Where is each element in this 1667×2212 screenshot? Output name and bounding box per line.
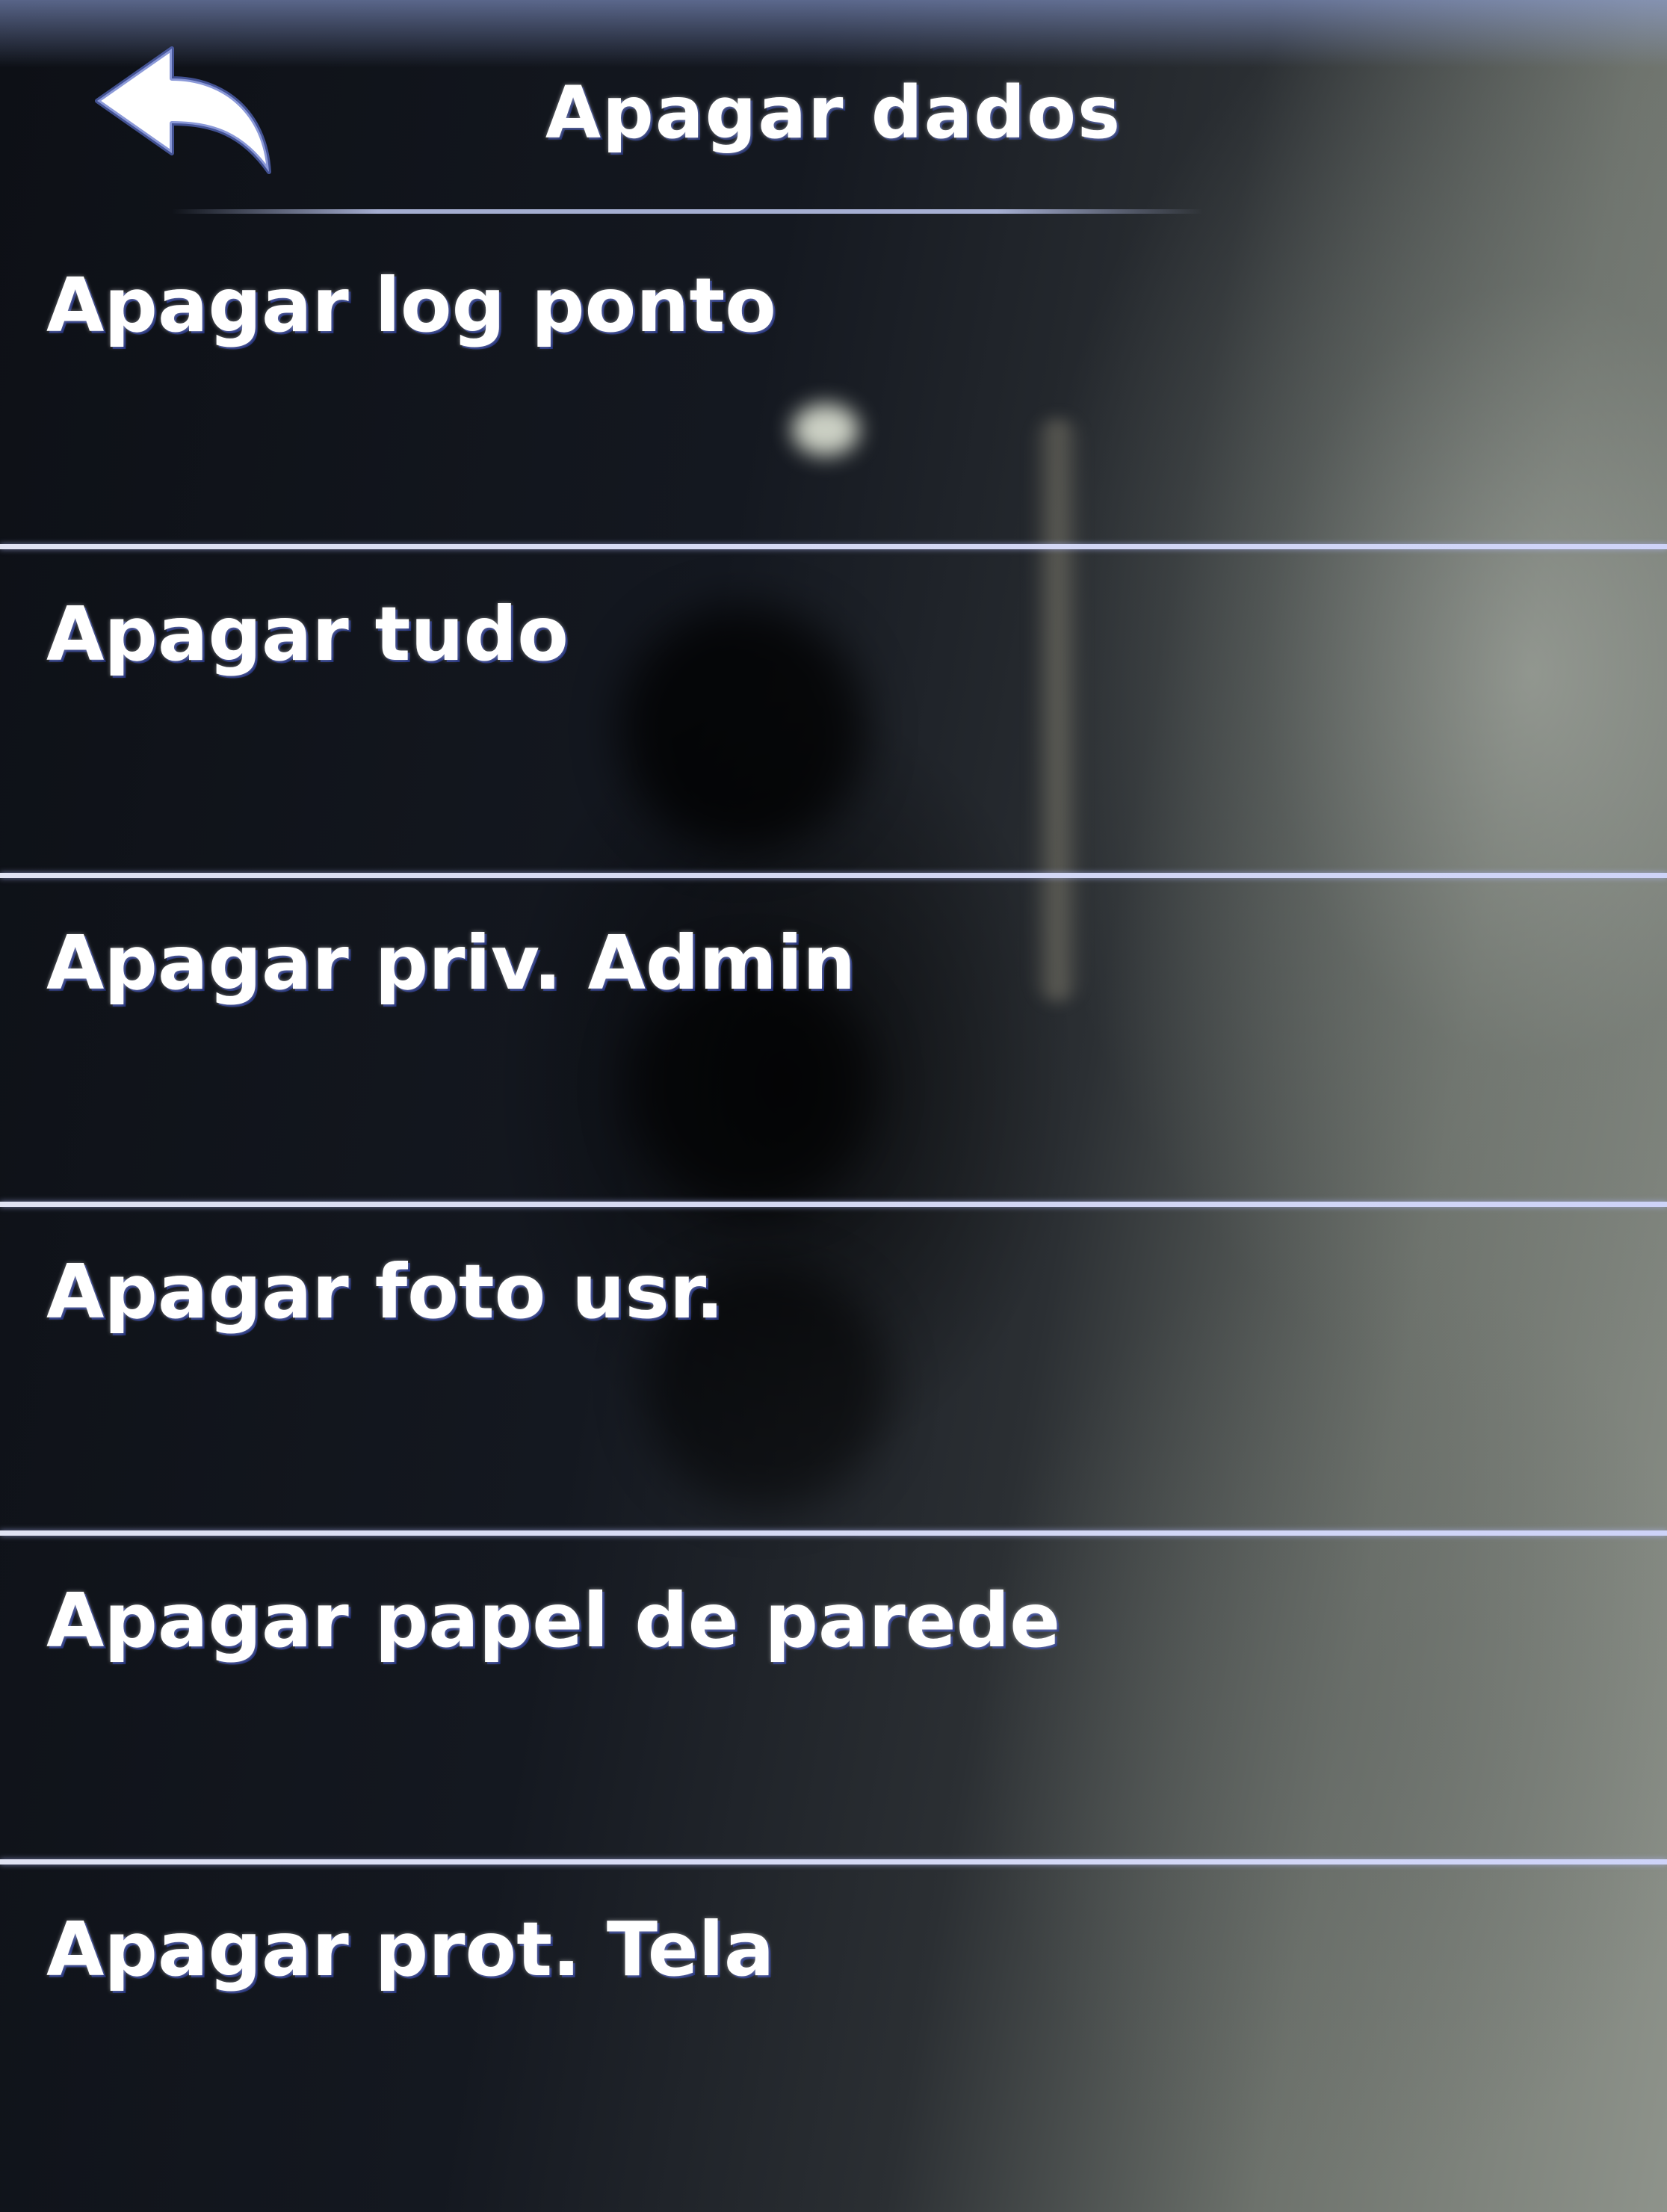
menu-item-delete-all[interactable]: Apagar tudo xyxy=(0,546,1667,874)
menu-item-label: Apagar papel de parede xyxy=(46,1577,1061,1664)
menu-item-label: Apagar priv. Admin xyxy=(46,919,856,1007)
menu-divider xyxy=(0,544,1667,549)
menu-item-label: Apagar log ponto xyxy=(46,262,777,349)
menu-divider xyxy=(0,1530,1667,1536)
page-title: Apagar dados xyxy=(0,71,1667,155)
menu-item-delete-attendance-log[interactable]: Apagar log ponto xyxy=(0,217,1667,546)
menu-item-delete-screensaver[interactable]: Apagar prot. Tela xyxy=(0,1861,1667,2190)
menu-item-delete-admin-privileges[interactable]: Apagar priv. Admin xyxy=(0,874,1667,1203)
menu-item-delete-user-photo[interactable]: Apagar foto usr. xyxy=(0,1203,1667,1532)
menu-item-label: Apagar prot. Tela xyxy=(46,1906,775,1993)
menu-item-label: Apagar tudo xyxy=(46,590,569,678)
menu-divider xyxy=(0,1859,1667,1865)
menu-item-delete-wallpaper[interactable]: Apagar papel de parede xyxy=(0,1532,1667,1861)
page-title-text: Apagar dados xyxy=(545,71,1122,155)
device-screen: Apagar dados Apagar log ponto Apagar tud… xyxy=(0,0,1667,2212)
header-divider xyxy=(172,209,1203,214)
menu-item-label: Apagar foto usr. xyxy=(46,1248,724,1335)
menu-divider xyxy=(0,873,1667,878)
menu-divider xyxy=(0,1202,1667,1207)
header-bar: Apagar dados xyxy=(0,0,1667,217)
